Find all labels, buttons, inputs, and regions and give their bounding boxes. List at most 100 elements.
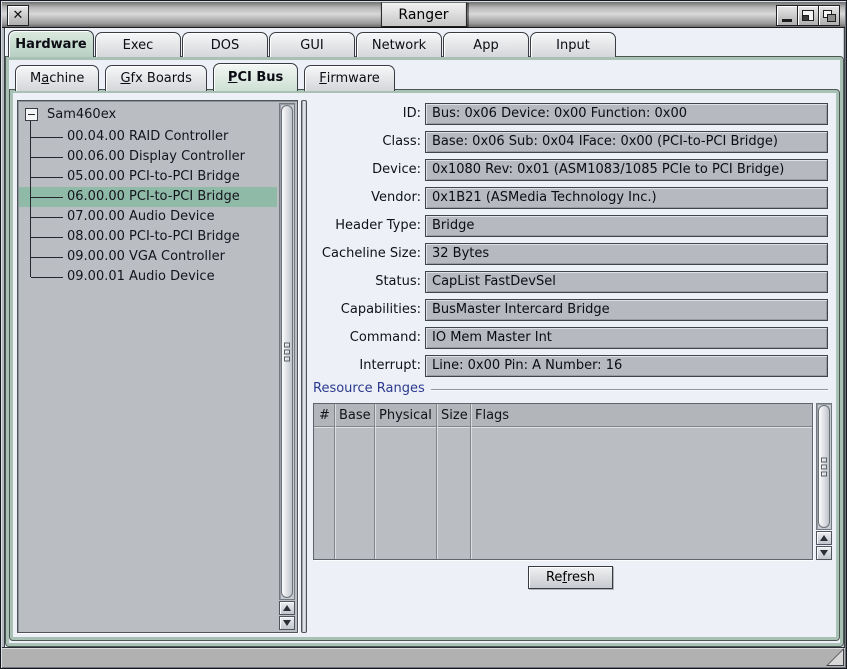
- sub-tab-bar: Machine Gfx Boards PCI Bus Firmware: [15, 63, 395, 91]
- tree-connector-line: [30, 121, 31, 277]
- tab-gui[interactable]: GUI: [269, 32, 355, 57]
- field-label: Capabilities:: [313, 299, 421, 321]
- tab-pci-bus[interactable]: PCI Bus: [213, 63, 298, 91]
- table-body-empty: [314, 428, 812, 559]
- zoom-window-icon[interactable]: [797, 5, 819, 26]
- tab-gfx-key: G: [120, 71, 130, 86]
- tab-machine[interactable]: Machine: [15, 65, 99, 91]
- table-scrollbar: [816, 403, 832, 560]
- resize-handle-face: [828, 650, 843, 665]
- refresh-label-post: resh: [567, 570, 595, 585]
- tab-dos[interactable]: DOS: [182, 32, 268, 57]
- arrow-up-icon: [283, 605, 291, 611]
- refresh-button[interactable]: Refresh: [528, 566, 613, 589]
- tree-item-audio-device-09[interactable]: 09.00.01 Audio Device: [19, 267, 277, 287]
- field-label: ID:: [313, 103, 421, 125]
- tab-firmware[interactable]: Firmware: [304, 65, 395, 91]
- tab-firmware-post: irmware: [327, 71, 380, 86]
- grip-dots-icon: [284, 342, 290, 361]
- column-separator: [436, 404, 437, 559]
- field-label: Class:: [313, 131, 421, 153]
- tree-item-audio-device-07[interactable]: 07.00.00 Audio Device: [19, 207, 277, 227]
- tab-pci-key: P: [228, 70, 238, 85]
- grip-dots-icon: [821, 457, 827, 476]
- resize-handle-icon[interactable]: [825, 648, 844, 666]
- tab-hardware[interactable]: Hardware: [8, 30, 94, 57]
- minimize-glyph: [782, 19, 792, 22]
- field-value-device: 0x1080 Rev: 0x01 (ASM1083/1085 PCIe to P…: [425, 159, 828, 181]
- table-scroll-down-button[interactable]: [816, 546, 832, 560]
- device-tree: − Sam460ex 00.04.00 RAID Controller 00.0…: [17, 100, 298, 633]
- tree-scroll-up-button[interactable]: [279, 601, 295, 615]
- table-scrollbar-track[interactable]: [816, 403, 832, 530]
- tab-gfx-post: fx Boards: [131, 71, 192, 86]
- depth-icon[interactable]: [818, 5, 840, 26]
- tree-item-pci-bridge-06[interactable]: 06.00.00 PCI-to-PCI Bridge: [19, 187, 277, 207]
- table-header: # Base Physical Size Flags: [314, 404, 812, 427]
- splitter-handle[interactable]: [301, 100, 307, 633]
- field-label: Interrupt:: [313, 355, 421, 377]
- field-value-capabilities: BusMaster Intercard Bridge: [425, 299, 828, 321]
- arrow-up-icon: [820, 535, 828, 541]
- tree-item-pci-bridge-05[interactable]: 05.00.00 PCI-to-PCI Bridge: [19, 167, 277, 187]
- group-title: Resource Ranges: [313, 381, 431, 396]
- arrow-down-icon: [283, 620, 291, 626]
- zoom-glyph: [802, 10, 814, 21]
- field-value-id: Bus: 0x06 Device: 0x00 Function: 0x00: [425, 103, 828, 125]
- column-separator: [470, 404, 471, 559]
- tab-machine-pre: M: [30, 71, 41, 86]
- tree-item-vga-controller[interactable]: 09.00.00 VGA Controller: [19, 247, 277, 267]
- tree-item-display-controller[interactable]: 00.06.00 Display Controller: [19, 147, 277, 167]
- depth-glyph: [823, 10, 836, 22]
- column-header-base: Base: [334, 404, 374, 427]
- tab-app[interactable]: App: [443, 32, 529, 57]
- group-rule: [431, 389, 828, 390]
- tab-input[interactable]: Input: [530, 32, 616, 57]
- titlebar[interactable]: ✕ Ranger: [2, 2, 845, 28]
- field-value-command: IO Mem Master Int: [425, 327, 828, 349]
- tab-pci-post: CI Bus: [237, 70, 283, 85]
- field-label: Vendor:: [313, 187, 421, 209]
- field-value-status: CapList FastDevSel: [425, 271, 828, 293]
- column-header-size: Size: [436, 404, 470, 427]
- collapse-icon[interactable]: −: [25, 108, 38, 121]
- tab-network[interactable]: Network: [356, 32, 442, 57]
- window-title[interactable]: Ranger: [380, 2, 466, 27]
- tree-root-label: Sam460ex: [47, 107, 116, 122]
- table-scrollbar-thumb[interactable]: [818, 405, 830, 528]
- main-tab-bar: Hardware Exec DOS GUI Network App Input: [8, 30, 616, 57]
- tab-machine-key: a: [41, 71, 49, 86]
- tree-scrollbar: [279, 103, 295, 630]
- resource-ranges-table: # Base Physical Size Flags: [313, 403, 813, 560]
- tree-scrollbar-track[interactable]: [279, 103, 295, 600]
- column-header-flags: Flags: [470, 404, 812, 427]
- field-label: Header Type:: [313, 215, 421, 237]
- field-label: Cacheline Size:: [313, 243, 421, 265]
- close-icon[interactable]: ✕: [7, 5, 29, 26]
- resource-ranges-group: Resource Ranges: [313, 381, 828, 396]
- table-scroll-up-button[interactable]: [816, 531, 832, 545]
- tree-scrollbar-thumb[interactable]: [281, 105, 293, 598]
- tree-scroll-down-button[interactable]: [279, 616, 295, 630]
- field-value-cacheline: 32 Bytes: [425, 243, 828, 265]
- field-value-header-type: Bridge: [425, 215, 828, 237]
- field-value-interrupt: Line: 0x00 Pin: A Number: 16: [425, 355, 828, 377]
- refresh-label-pre: Re: [546, 570, 562, 585]
- arrow-down-icon: [820, 550, 828, 556]
- tab-machine-post: chine: [49, 71, 84, 86]
- tree-root[interactable]: − Sam460ex: [20, 104, 116, 124]
- field-value-class: Base: 0x06 Sub: 0x04 IFace: 0x00 (PCI-to…: [425, 131, 828, 153]
- field-label: Status:: [313, 271, 421, 293]
- field-value-vendor: 0x1B21 (ASMedia Technology Inc.): [425, 187, 828, 209]
- tab-gfx-boards[interactable]: Gfx Boards: [105, 65, 206, 91]
- window-bottom-border: [2, 647, 845, 667]
- column-header-number: #: [314, 404, 334, 427]
- column-header-physical: Physical: [374, 404, 436, 427]
- column-separator: [334, 404, 335, 559]
- tree-item-raid-controller[interactable]: 00.04.00 RAID Controller: [19, 127, 277, 147]
- minimize-icon[interactable]: [776, 5, 798, 26]
- tree-item-pci-bridge-08[interactable]: 08.00.00 PCI-to-PCI Bridge: [19, 227, 277, 247]
- tab-exec[interactable]: Exec: [95, 32, 181, 57]
- ranger-window: ✕ Ranger Hardware Exec DOS GUI Network A…: [0, 0, 847, 669]
- column-separator: [374, 404, 375, 559]
